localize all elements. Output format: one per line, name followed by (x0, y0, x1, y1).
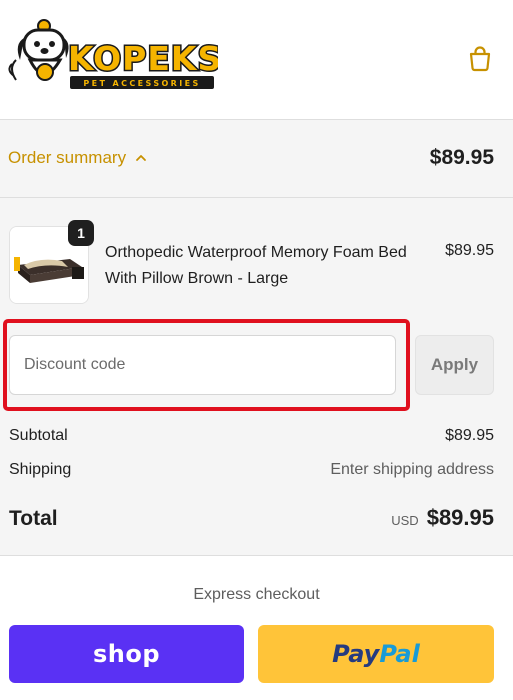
order-summary-bar: Order summary $89.95 (0, 120, 513, 198)
discount-code-input[interactable] (9, 335, 396, 395)
product-name: Orthopedic Waterproof Memory Foam Bed Wi… (105, 244, 407, 287)
store-header: KOPEKS PET ACCESSORIES (0, 0, 513, 120)
currency-code: USD (391, 513, 419, 528)
brand-logo[interactable]: KOPEKS PET ACCESSORIES (6, 14, 223, 94)
shop-pay-label: shop (92, 640, 161, 668)
paypal-label-pal: Pal (379, 640, 420, 668)
express-checkout-title: Express checkout (193, 586, 320, 603)
total-amount: $89.95 (426, 505, 494, 530)
order-summary-label: Order summary (8, 148, 127, 167)
subtotal-label: Subtotal (9, 427, 68, 444)
subtotal-row: Subtotal $89.95 (9, 427, 494, 445)
chevron-up-icon (136, 155, 146, 161)
shipping-value: Enter shipping address (330, 461, 494, 478)
product-price: $89.95 (445, 242, 494, 259)
shop-pay-button[interactable]: shop (9, 625, 244, 683)
kopeks-logo: KOPEKS PET ACCESSORIES (8, 19, 223, 89)
shipping-label: Shipping (9, 461, 72, 478)
shipping-row: Shipping Enter shipping address (9, 461, 494, 479)
paypal-button[interactable]: Pay Pal (258, 625, 494, 683)
logo-tagline: PET ACCESSORIES (83, 79, 200, 88)
total-label: Total (9, 507, 58, 530)
subtotal-value: $89.95 (445, 427, 494, 444)
quantity-badge: 1 (68, 220, 94, 246)
total-row: Total USD $89.95 (9, 505, 494, 531)
paypal-label-pay: Pay (332, 640, 380, 668)
logo-wordmark: KOPEKS (68, 39, 218, 78)
order-summary-panel: 1 Orthopedic Waterproof Memory Foam Bed … (0, 198, 513, 556)
apply-discount-button[interactable]: Apply (415, 335, 494, 395)
shopping-bag-icon[interactable] (466, 44, 494, 72)
order-summary-total: $89.95 (429, 146, 494, 169)
order-summary-toggle[interactable]: Order summary (8, 148, 148, 168)
